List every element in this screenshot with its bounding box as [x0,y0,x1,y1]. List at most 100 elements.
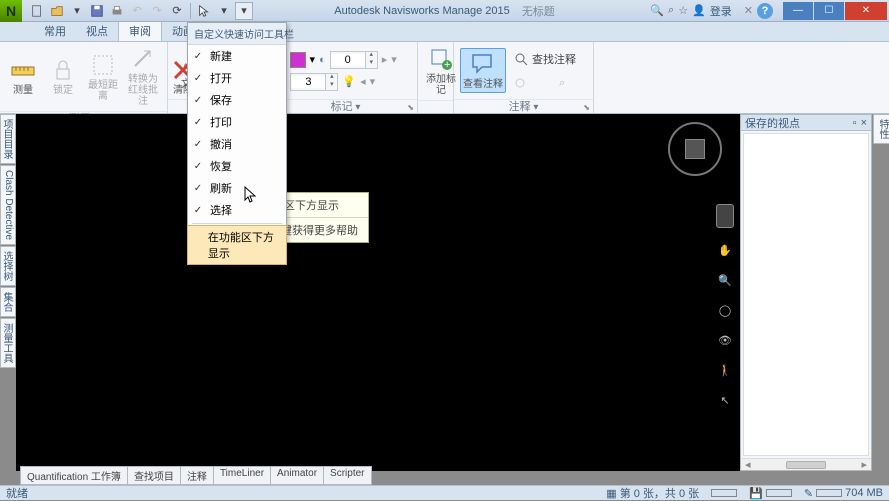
window-minimize[interactable]: — [783,2,813,20]
zoom-icon[interactable]: 🔍 [717,272,733,288]
saved-viewpoints-list[interactable] [743,133,869,456]
lock-button: 锁定 [46,57,80,96]
main-area: ✋ 🔍 ◯ 👁 🚶 ↖ 保存的视点 ▫ × ◂▸ [16,114,872,471]
qat-item-redo[interactable]: ✓恢复 [188,155,286,177]
saved-viewpoints-title: 保存的视点 [745,115,800,131]
qat-item-undo[interactable]: ✓撤消 [188,133,286,155]
select-tool-icon[interactable]: ↖ [717,392,733,408]
dropdown-icon[interactable]: ▾ [68,2,86,20]
tab-review[interactable]: 审阅 [118,20,162,41]
qat-item-new[interactable]: ✓新建 [188,45,286,67]
print-icon[interactable] [108,2,126,20]
status-text: 就绪 [6,485,28,501]
select-dropdown-icon[interactable]: ▾ [215,2,233,20]
side-tab-sets[interactable]: 集合 [0,287,16,317]
btab-animator[interactable]: Animator [271,466,324,485]
panel-menu-icon[interactable]: ▫ [853,117,857,129]
side-tab-properties[interactable]: 特性 [873,114,889,144]
btab-quantification[interactable]: Quantification 工作簿 [20,466,128,485]
qat-item-refresh[interactable]: ✓刷新 [188,177,286,199]
look-icon[interactable]: 👁 [717,332,733,348]
btab-comments[interactable]: 注释 [181,466,214,485]
exchange-icon[interactable]: ✕ [744,4,753,17]
find-comments-button[interactable]: 查找注释 [512,49,578,69]
help-icon[interactable]: ? [757,3,773,19]
title-bar: N ▾ ↶ ↷ ⟳ ▾ ▾ Autodesk Navisworks Manage… [0,0,889,22]
add-mark-button[interactable]: + 添加标记 [424,46,458,96]
play-icon[interactable]: ▸ [382,53,388,66]
qat-item-select[interactable]: ✓选择 [188,199,286,221]
qat-customize-dropdown[interactable]: ▾ [235,2,253,20]
bottom-tabs: Quantification 工作簿 查找项目 注释 TimeLiner Ani… [20,466,372,485]
ribbon: 测量 锁定 最短距离 转换为红线批注 清除 测量 ▾⬊ A [0,42,889,114]
btab-scripter[interactable]: Scripter [324,466,371,485]
status-icon: ◐ [319,54,326,66]
save-icon[interactable] [88,2,106,20]
window-maximize[interactable]: ☐ [814,2,844,20]
tab-home[interactable]: 常用 [34,21,76,41]
thickness-spinner[interactable]: ▴▾ [290,73,338,91]
side-tab-clash[interactable]: Clash Detective [0,165,16,245]
refresh-icon[interactable]: ⟳ [168,2,186,20]
idea-icon[interactable]: 💡 [342,75,356,88]
viewport-3d[interactable] [16,114,739,459]
status-spinner[interactable]: ▴▾ [330,51,378,69]
status-bar: 就绪 ▦第 0 张，共 0 张 💾 ✎704 MB [0,485,889,500]
qat-customize-menu: 自定义快速访问工具栏 ✓新建 ✓打开 ✓保存 ✓打印 ✓撤消 ✓恢复 ✓刷新 ✓… [187,22,287,265]
select-icon[interactable] [195,2,213,20]
steering-wheel-icon[interactable] [716,204,734,228]
login-link[interactable]: 登录 [710,3,732,19]
qat-item-print[interactable]: ✓打印 [188,111,286,133]
user-icon[interactable]: 👤 [692,4,706,17]
open-icon[interactable] [48,2,66,20]
quick-find-button: ⌕ [512,75,578,93]
search-icon[interactable]: 🔍 [650,4,664,17]
tab-viewpoint[interactable]: 视点 [76,21,118,41]
btab-find[interactable]: 查找项目 [128,466,181,485]
shortest-button: 最短距离 [86,52,120,102]
svg-text:+: + [444,59,450,71]
view-comments-button[interactable]: 查看注释 [463,51,503,90]
side-tab-measure[interactable]: 测量工具 [0,318,16,368]
measure-button[interactable]: 测量 [6,57,40,96]
saved-viewpoints-panel: 保存的视点 ▫ × ◂▸ [740,114,872,471]
side-tab-selection[interactable]: 选择树 [0,246,16,286]
view-cube[interactable] [668,122,722,176]
window-close[interactable]: ✕ [845,2,887,20]
panel-expand-icon[interactable]: ⬊ [583,101,590,115]
new-icon[interactable] [28,2,46,20]
favorite-icon[interactable]: ☆ [678,4,688,17]
ribbon-tabs: 常用 视点 审阅 动画 查看 [0,22,889,42]
btab-timeliner[interactable]: TimeLiner [214,466,271,485]
app-title: Autodesk Navisworks Manage 2015 [334,5,509,17]
undo-icon: ↶ [128,2,146,20]
panel-label-mark: 标记 [331,101,353,113]
side-tab-project[interactable]: 项目目录 [0,114,16,164]
progress-bar-2 [766,489,792,497]
color-swatch[interactable] [290,52,306,68]
panel-expand-icon[interactable]: ⬊ [407,101,414,115]
walk-icon[interactable]: 🚶 [717,362,733,378]
panel-scrollbar[interactable]: ◂▸ [741,458,871,470]
qat-item-open[interactable]: ✓打开 [188,67,286,89]
back-icon[interactable]: ◂ [360,75,366,88]
left-side-tabs: 项目目录 Clash Detective 选择树 集合 测量工具 [0,114,16,369]
disk-icon: 💾 [749,487,763,500]
qat-item-show-below[interactable]: 在功能区下方显示 [187,225,287,265]
orbit-icon[interactable]: ◯ [717,302,733,318]
progress-bar-3 [816,489,842,497]
memory-status: 704 MB [845,487,883,499]
navigation-bar: ✋ 🔍 ◯ 👁 🚶 ↖ [716,204,734,408]
keyword-icon[interactable]: ⌕ [668,4,674,17]
app-logo[interactable]: N [0,0,22,22]
sheet-icon[interactable]: ▦ [606,487,616,500]
convert-button: 转换为红线批注 [126,46,160,107]
panel-label-comment: 注释 [509,101,531,113]
panel-close-icon[interactable]: × [861,117,867,129]
qat-menu-title: 自定义快速访问工具栏 [188,23,286,45]
pan-icon[interactable]: ✋ [717,242,733,258]
redo-icon: ↷ [148,2,166,20]
right-side-tabs: 特性 [873,114,889,145]
progress-bar-1 [711,489,737,497]
qat-item-save[interactable]: ✓保存 [188,89,286,111]
